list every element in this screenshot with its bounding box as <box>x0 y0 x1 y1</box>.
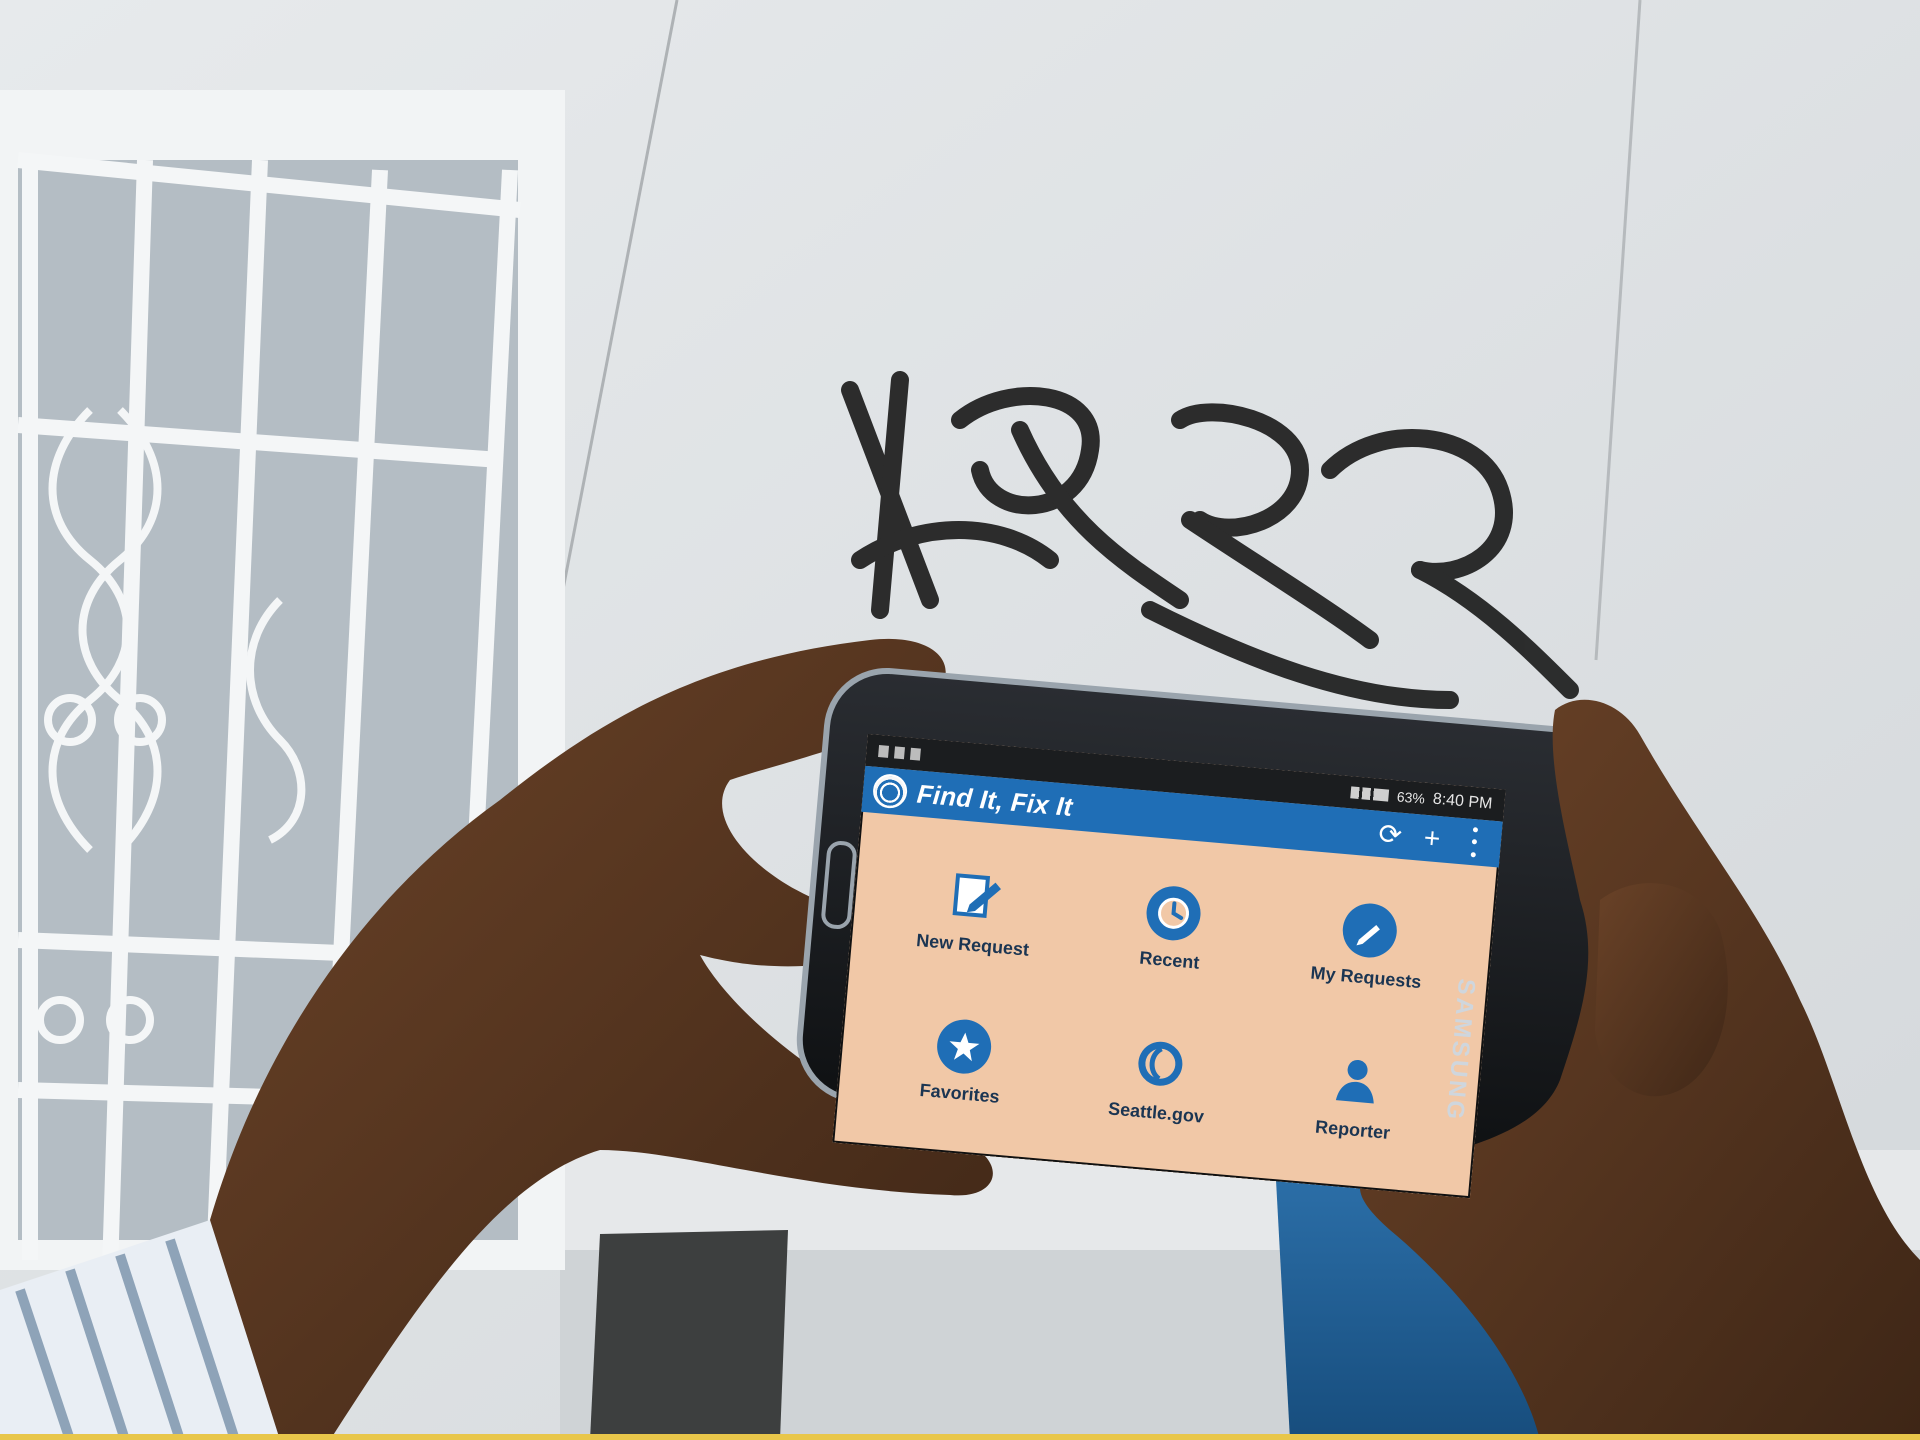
pencil-icon <box>1340 901 1400 960</box>
vent <box>590 1230 788 1440</box>
notification-icon <box>909 747 921 761</box>
overflow-menu-icon[interactable] <box>1455 824 1492 861</box>
add-icon[interactable]: + <box>1414 820 1451 857</box>
phone-screen: 63% 8:40 PM Find It, Fix It ⟳ + New Requ… <box>832 734 1506 1199</box>
seattle-logo-icon <box>1138 1041 1183 1086</box>
tile-label: New Request <box>915 930 1030 960</box>
tile-reporter[interactable]: Reporter <box>1251 1013 1461 1181</box>
status-time: 8:40 PM <box>1432 790 1494 813</box>
bottom-strip <box>0 1434 1920 1440</box>
tile-label: Seattle.gov <box>1107 1098 1205 1127</box>
notification-icons <box>878 745 921 761</box>
signal-icon <box>1350 786 1390 802</box>
tile-label: Reporter <box>1314 1116 1391 1143</box>
tile-recent[interactable]: Recent <box>1067 845 1277 1013</box>
star-icon <box>934 1017 994 1076</box>
person-icon <box>1336 1059 1375 1104</box>
tile-favorites[interactable]: Favorites <box>858 978 1068 1146</box>
tile-seattle-gov[interactable]: Seattle.gov <box>1054 995 1264 1163</box>
tile-label: My Requests <box>1309 962 1423 993</box>
tile-new-request[interactable]: New Request <box>871 828 1081 996</box>
status-right: 63% 8:40 PM <box>1350 783 1493 813</box>
new-request-icon <box>952 873 1001 918</box>
notification-icon <box>893 746 905 760</box>
photo-scene <box>0 0 1920 1440</box>
notification-icon <box>878 745 890 758</box>
battery-level: 63% <box>1396 788 1426 807</box>
tile-label: Favorites <box>918 1079 1001 1107</box>
app-title: Find It, Fix It <box>915 778 1074 822</box>
tile-label: Recent <box>1138 947 1201 973</box>
tile-my-requests[interactable]: My Requests <box>1264 862 1474 1030</box>
home-grid: New Request Recent My Requests Favorites… <box>832 812 1499 1199</box>
app-logo-icon <box>871 772 909 810</box>
clock-icon <box>1144 884 1203 943</box>
refresh-icon[interactable]: ⟳ <box>1372 816 1409 853</box>
